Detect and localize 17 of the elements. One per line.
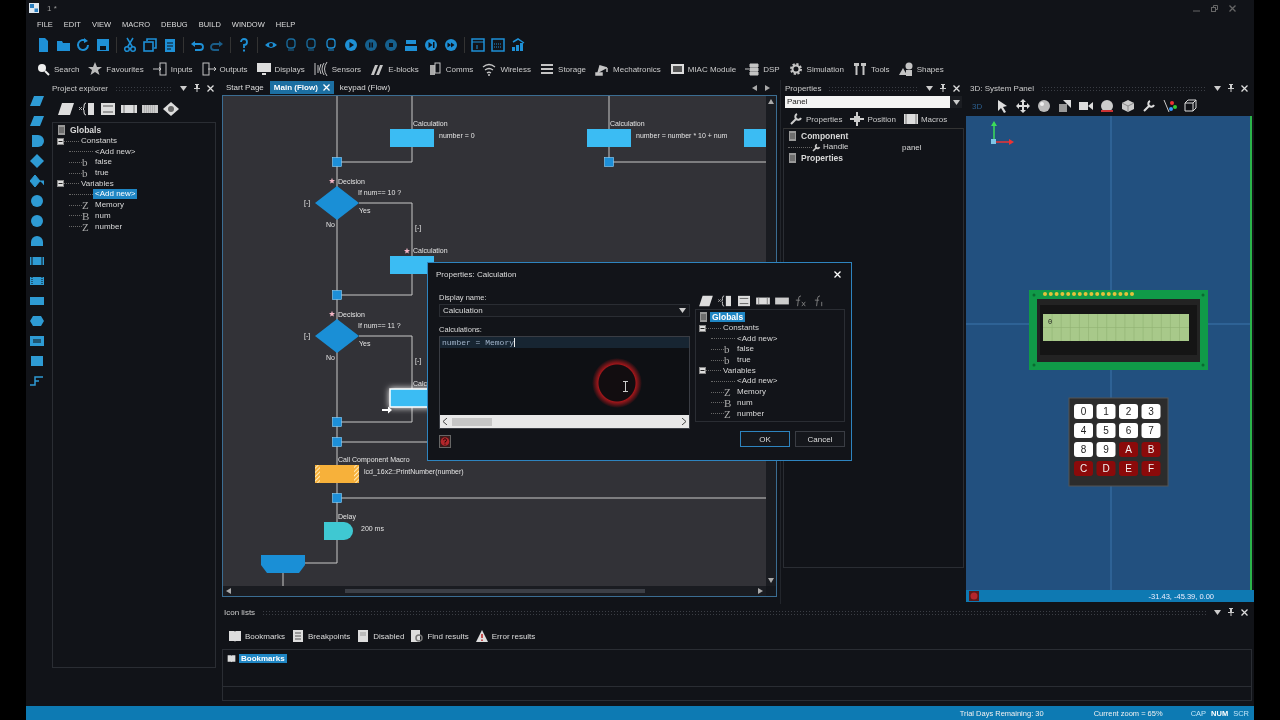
panel-title: Properties bbox=[785, 83, 822, 93]
type-glyph: Z bbox=[82, 221, 90, 232]
type-glyph: Z bbox=[724, 408, 732, 419]
window-title: 1 * bbox=[47, 3, 57, 13]
type-glyph: b bbox=[82, 157, 89, 168]
type-glyph: B bbox=[724, 397, 733, 408]
type-glyph: b bbox=[82, 168, 89, 179]
panel-title: Project explorer bbox=[52, 83, 109, 93]
panel-title: Icon lists bbox=[224, 607, 256, 617]
type-glyph: B bbox=[82, 210, 91, 221]
type-glyph: Z bbox=[724, 387, 732, 398]
panel-title: 3D: System Panel bbox=[970, 83, 1035, 93]
type-glyph: Z bbox=[82, 200, 90, 211]
type-glyph: b bbox=[724, 355, 731, 366]
dialog-title: Properties: Calculation bbox=[436, 269, 517, 279]
property-value: panel bbox=[902, 142, 923, 152]
type-glyph: b bbox=[724, 344, 731, 355]
